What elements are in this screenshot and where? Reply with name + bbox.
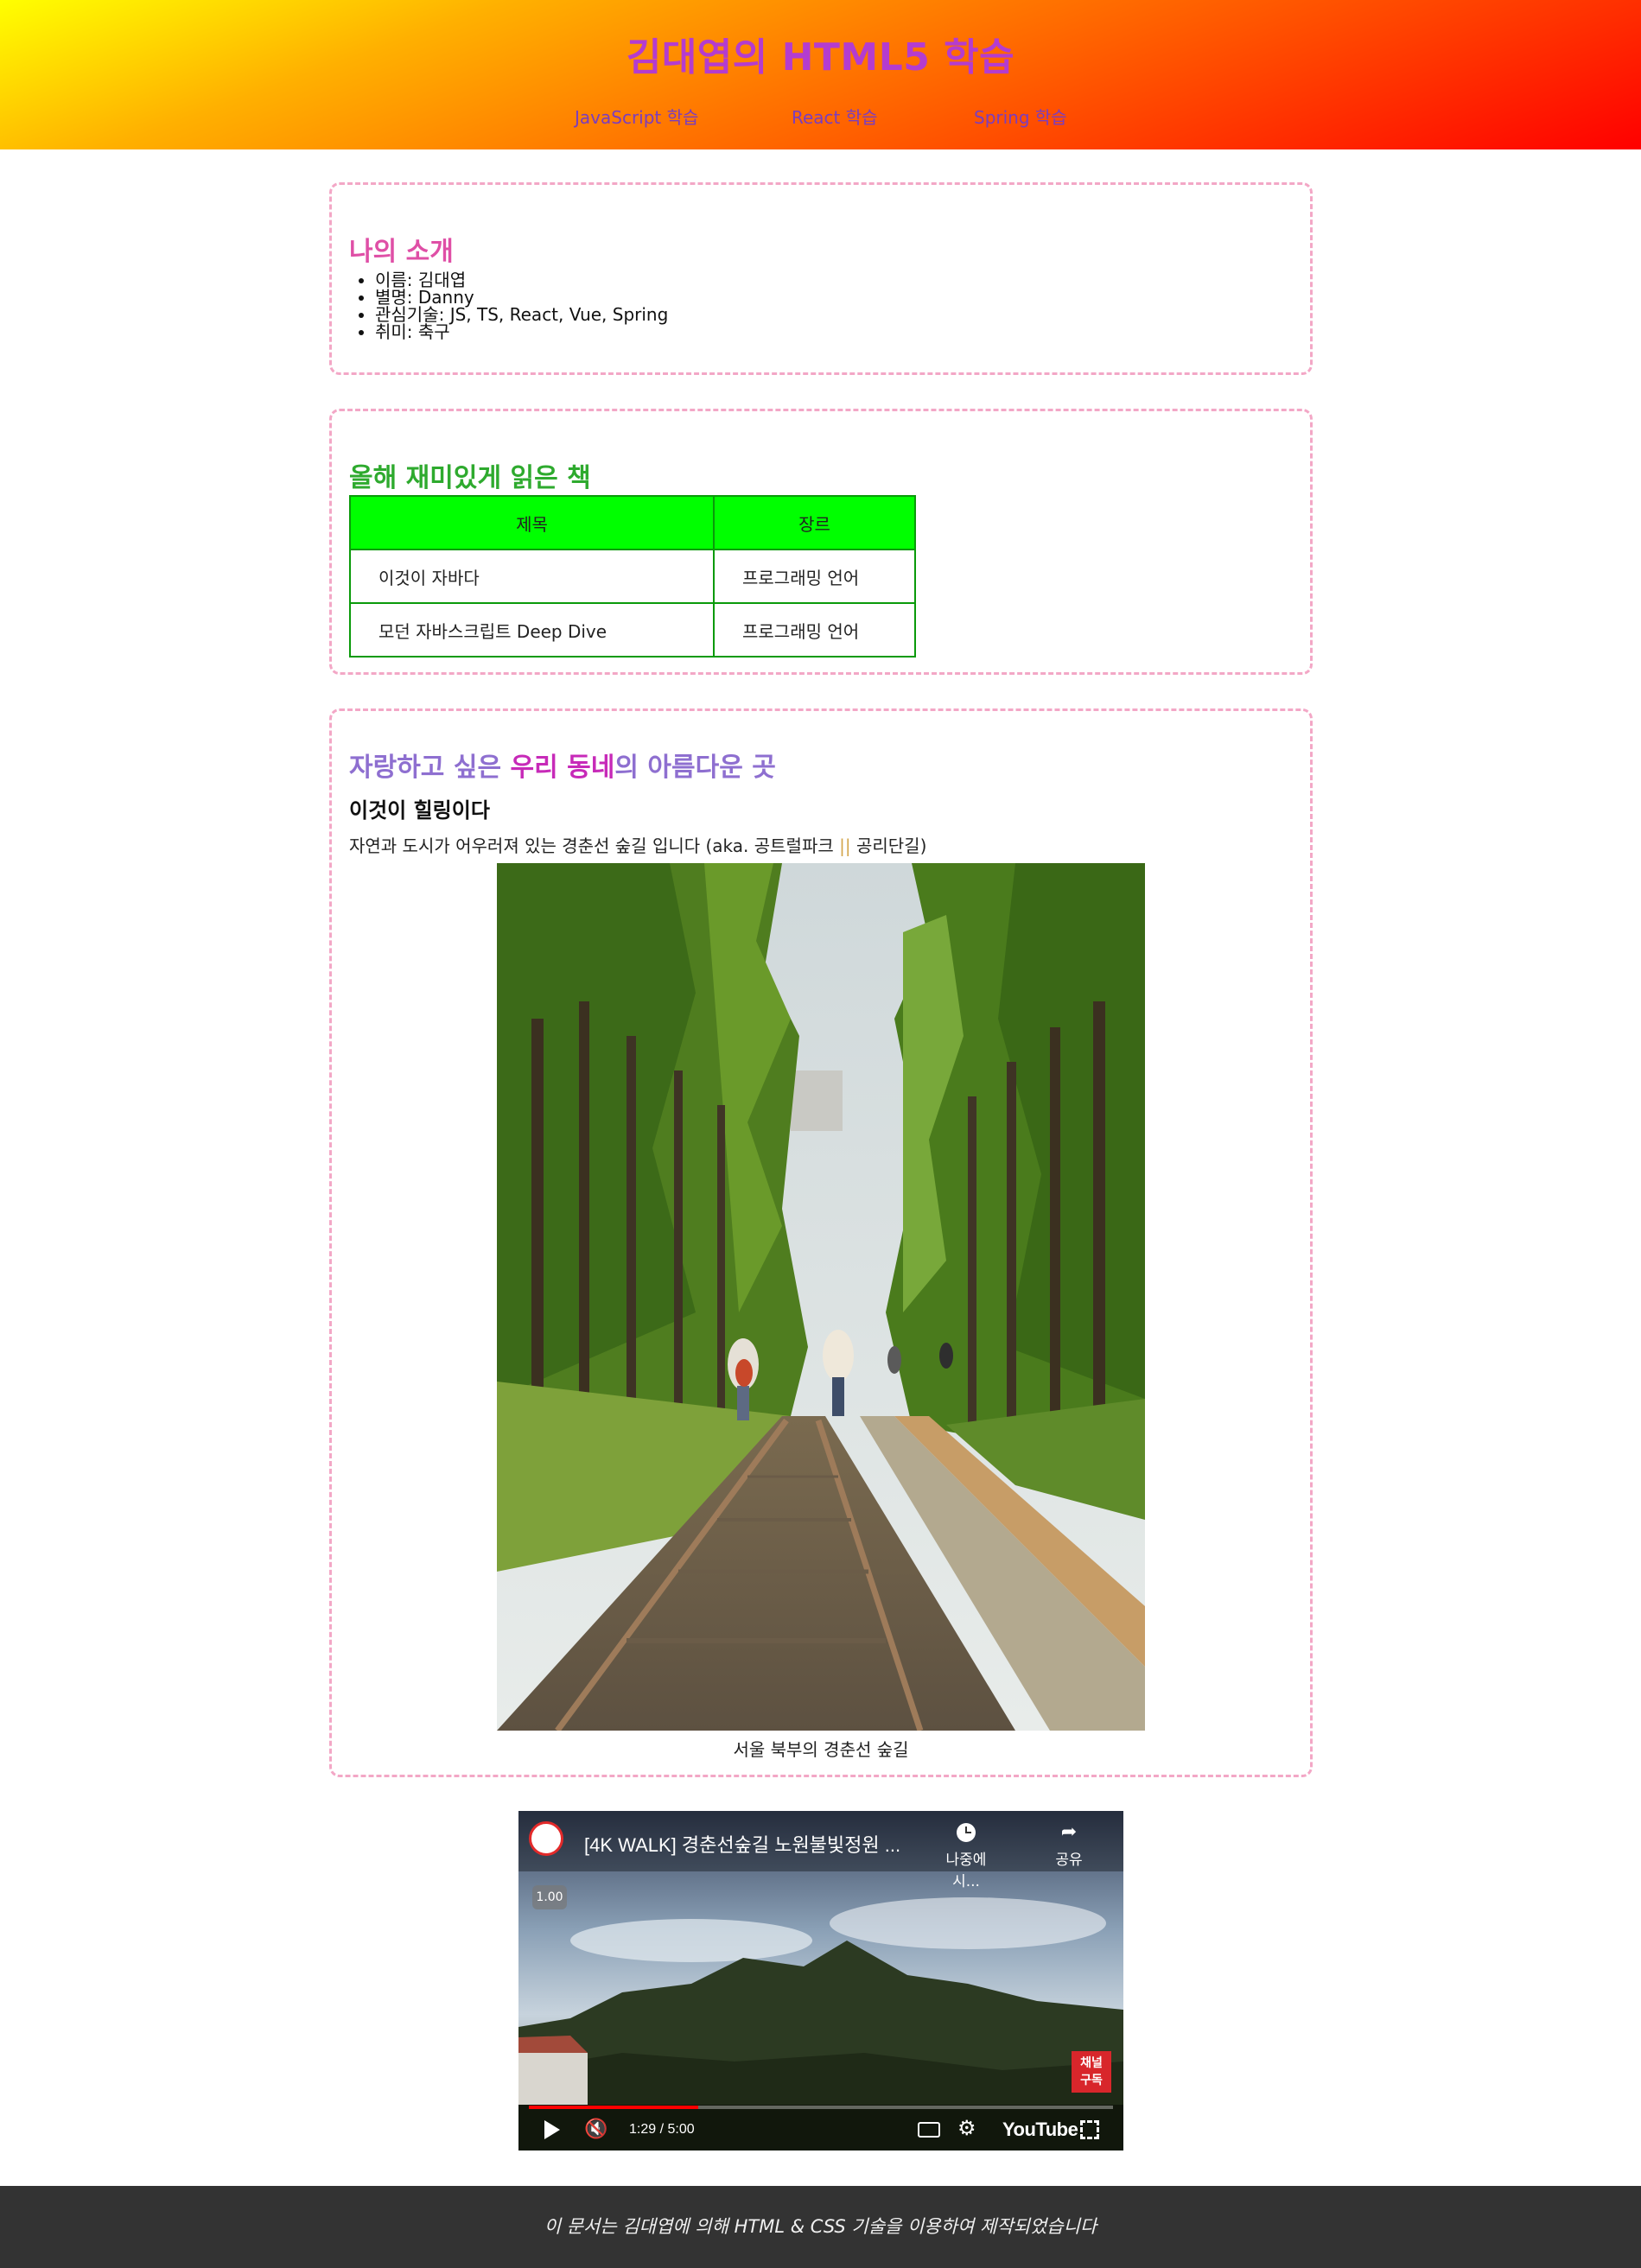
place-title-highlight: 우리 동네 <box>510 753 615 783</box>
table-row: 이것이 자바다 프로그래밍 언어 <box>349 549 916 604</box>
book-title-cell: 이것이 자바다 <box>349 549 715 604</box>
forest-path-illustration <box>497 863 1145 1731</box>
play-button[interactable] <box>544 2120 560 2139</box>
main-nav: JavaScript 학습 React 학습 Spring 학습 <box>0 104 1641 133</box>
watch-later-label: 나중에 시... <box>945 1852 987 1890</box>
place-title-part1: 자랑하고 싶은 <box>349 753 511 783</box>
book-genre-cell: 프로그래밍 언어 <box>713 549 916 604</box>
intro-item-hobby: 취미: 축구 <box>375 323 668 340</box>
book-title-cell: 모던 자바스크립트 Deep Dive <box>349 602 715 658</box>
site-header: 김대엽의 HTML5 학습 JavaScript 학습 React 학습 Spr… <box>0 0 1641 149</box>
channel-avatar[interactable] <box>529 1821 563 1856</box>
book-genre-cell: 프로그래밍 언어 <box>713 602 916 658</box>
video-title[interactable]: [4K WALK] 경춘선숲길 노원불빛정원 ... <box>584 1830 900 1858</box>
column-header-title: 제목 <box>349 495 715 550</box>
table-row: 모던 자바스크립트 Deep Dive 프로그래밍 언어 <box>349 602 916 658</box>
photo-caption: 서울 북부의 경춘선 숲길 <box>733 1739 909 1760</box>
progress-fill <box>529 2106 699 2109</box>
progress-track[interactable] <box>529 2106 1113 2109</box>
desc-part2: 공리단길) <box>850 835 927 856</box>
intro-item-nickname: 별명: Danny <box>375 289 668 306</box>
place-subtitle: 이것이 힐링이다 <box>349 798 490 823</box>
column-header-genre: 장르 <box>713 495 916 550</box>
books-section: 올해 재미있게 읽은 책 제목 장르 이것이 자바다 프로그래밍 언어 모던 자… <box>329 409 1313 675</box>
share-icon: ➦ <box>1060 1821 1078 1843</box>
place-section: 자랑하고 싶은 우리 동네의 아름다운 곳 이것이 힐링이다 자연과 도시가 어… <box>329 708 1313 1777</box>
nav-link-react[interactable]: React 학습 <box>792 104 878 129</box>
mute-icon[interactable]: 🔇 <box>584 2119 607 2141</box>
share-label: 공유 <box>1055 1852 1083 1869</box>
subscribe-badge[interactable]: 채널 구독 <box>1072 2051 1111 2093</box>
watch-later-button[interactable]: 나중에 시... <box>932 1823 1001 1890</box>
desc-separator: || <box>839 835 851 856</box>
nav-link-spring[interactable]: Spring 학습 <box>974 104 1067 129</box>
intro-section: 나의 소개 이름: 김대엽 별명: Danny 관심기술: JS, TS, Re… <box>329 182 1313 375</box>
site-title: 김대엽의 HTML5 학습 <box>626 35 1015 79</box>
captions-icon[interactable] <box>918 2122 940 2138</box>
time-display: 1:29 / 5:00 <box>629 2122 695 2137</box>
fullscreen-icon[interactable] <box>1080 2120 1099 2139</box>
place-title: 자랑하고 싶은 우리 동네의 아름다운 곳 <box>349 746 776 784</box>
forest-path-photo <box>497 863 1145 1731</box>
place-description: 자연과 도시가 어우러져 있는 경춘선 숲길 입니다 (aka. 공트럴파크 |… <box>349 832 926 857</box>
site-footer: 이 문서는 김대엽에 의해 HTML & CSS 기술을 이용하여 제작되었습니… <box>0 2186 1641 2268</box>
intro-item-name: 이름: 김대엽 <box>375 271 668 289</box>
badge-line2: 구독 <box>1080 2074 1103 2087</box>
desc-part1: 자연과 도시가 어우러져 있는 경춘선 숲길 입니다 (aka. 공트럴파크 <box>349 835 840 856</box>
books-table: 제목 장르 이것이 자바다 프로그래밍 언어 모던 자바스크립트 Deep Di… <box>349 495 916 658</box>
share-button[interactable]: ➦ 공유 <box>1047 1821 1091 1870</box>
books-header-row: 제목 장르 <box>349 495 916 550</box>
intro-title: 나의 소개 <box>349 237 454 267</box>
place-title-part2: 의 아름다운 곳 <box>614 753 776 783</box>
intro-item-tech: 관심기술: JS, TS, React, Vue, Spring <box>375 306 668 323</box>
nav-link-javascript[interactable]: JavaScript 학습 <box>575 104 698 129</box>
video-player[interactable]: [4K WALK] 경춘선숲길 노원불빛정원 ... 나중에 시... ➦ 공유… <box>518 1811 1123 2150</box>
settings-gear-icon[interactable]: ⚙ <box>957 2117 976 2139</box>
clock-icon <box>957 1823 976 1842</box>
video-frame <box>518 1811 1123 2150</box>
books-title: 올해 재미있게 읽은 책 <box>349 463 591 493</box>
badge-line1: 채널 <box>1080 2056 1103 2070</box>
youtube-logo[interactable]: YouTube <box>1002 2119 1078 2141</box>
playback-speed-badge: 1.00 <box>532 1885 567 1909</box>
footer-text: 이 문서는 김대엽에 의해 HTML & CSS 기술을 이용하여 제작되었습니… <box>544 2216 1097 2237</box>
intro-list: 이름: 김대엽 별명: Danny 관심기술: JS, TS, React, V… <box>375 271 668 340</box>
